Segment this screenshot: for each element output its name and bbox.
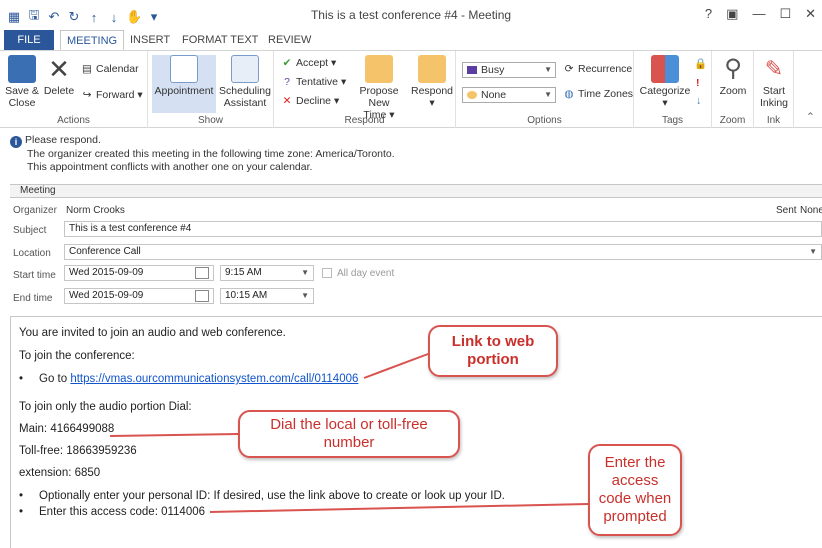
callout-access-code: Enter the access code when prompted [588, 444, 682, 536]
pointer-web [363, 353, 429, 379]
pointer-access [209, 503, 589, 513]
callout-dial: Dial the local or toll-free number [238, 410, 460, 458]
callout-pointers [109, 353, 589, 513]
pointer-dial [109, 433, 239, 437]
callout-web-link: Link to web portion [428, 325, 558, 377]
